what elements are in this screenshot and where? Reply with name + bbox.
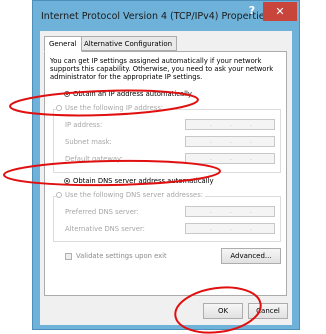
use-following-dns-label: Use the following DNS server addresses:	[65, 191, 204, 199]
dialog-client-area: General Alternative Configuration You ca…	[40, 31, 292, 325]
dialog-window: Internet Protocol Version 4 (TCP/IPv4) P…	[32, 0, 300, 330]
use-following-ip-label: Use the following IP address:	[65, 104, 164, 112]
alternative-dns-label: Alternative DNS server:	[65, 225, 145, 233]
validate-settings-checkbox[interactable]: Validate settings upon exit	[65, 252, 167, 260]
default-gateway-label: Default gateway:	[65, 155, 123, 163]
ok-button[interactable]: OK	[203, 303, 243, 319]
window-title: Internet Protocol Version 4 (TCP/IPv4) P…	[41, 11, 270, 22]
default-gateway-field[interactable]: ...	[185, 153, 275, 164]
help-button[interactable]: ?	[243, 3, 261, 19]
alternative-dns-field[interactable]: ...	[185, 223, 275, 234]
ip-address-label: IP address:	[65, 121, 103, 129]
subnet-mask-label: Subnet mask:	[65, 138, 112, 146]
checkbox-icon	[65, 252, 72, 260]
dns-server-group	[53, 196, 281, 242]
title-bar[interactable]: Internet Protocol Version 4 (TCP/IPv4) P…	[33, 1, 299, 31]
use-following-ip-radio[interactable]: Use the following IP address:	[56, 104, 166, 112]
obtain-dns-auto-label: Obtain DNS server address automatically	[73, 177, 214, 185]
subnet-mask-field[interactable]: ...	[185, 136, 275, 147]
general-tab-panel: You can get IP settings assigned automat…	[44, 51, 287, 296]
obtain-ip-auto-label: Obtain an IP address automatically	[73, 90, 192, 98]
ip-address-field[interactable]: ...	[185, 119, 275, 130]
radio-unselected-icon	[56, 192, 62, 198]
description-text: You can get IP settings assigned automat…	[50, 57, 274, 81]
preferred-dns-label: Preferred DNS server:	[65, 208, 139, 216]
radio-unselected-icon	[56, 105, 62, 111]
radio-selected-icon	[64, 91, 70, 97]
close-button[interactable]: ✕	[263, 2, 297, 21]
cancel-button[interactable]: Cancel	[248, 303, 288, 319]
use-following-dns-radio[interactable]: Use the following DNS server addresses:	[56, 191, 206, 199]
tab-general[interactable]: General	[44, 36, 82, 52]
obtain-ip-auto-radio[interactable]: Obtain an IP address automatically	[64, 90, 192, 98]
radio-selected-icon	[64, 178, 70, 184]
preferred-dns-field[interactable]: ...	[185, 206, 275, 217]
validate-settings-label: Validate settings upon exit	[76, 252, 167, 260]
advanced-button[interactable]: Advanced...	[221, 248, 281, 264]
obtain-dns-auto-radio[interactable]: Obtain DNS server address automatically	[64, 177, 214, 185]
tab-alternative-configuration[interactable]: Alternative Configuration	[79, 36, 178, 51]
